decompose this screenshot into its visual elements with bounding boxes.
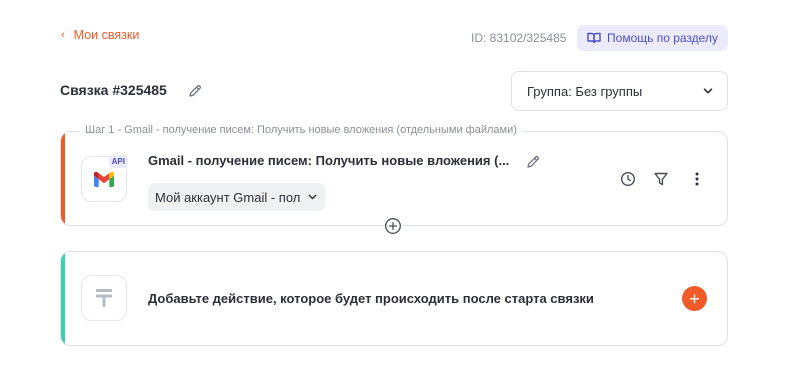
chevron-down-icon [309, 194, 317, 200]
account-select[interactable]: Мой аккаунт Gmail - пол [148, 183, 326, 211]
plus-icon: + [689, 288, 700, 309]
account-select-value: Мой аккаунт Gmail - пол [155, 189, 301, 205]
action-placeholder-icon [81, 275, 127, 321]
add-action-text: Добавьте действие, которое будет происхо… [148, 291, 594, 306]
clock-icon[interactable] [619, 170, 637, 188]
edit-step-pencil-icon[interactable] [525, 154, 541, 170]
group-select-value: Группа: Без группы [527, 83, 643, 99]
help-button-label: Помощь по разделу [607, 31, 718, 45]
page-title: Связка #325485 [60, 82, 167, 98]
more-vertical-icon[interactable] [688, 170, 706, 188]
step-card[interactable]: API Gmail - получение писем: Получить но… [60, 131, 728, 226]
add-action-card[interactable]: Добавьте действие, которое будет происхо… [60, 251, 728, 346]
add-action-button[interactable]: + [682, 286, 707, 311]
link-id: ID: 83102/325485 [471, 31, 567, 45]
step-name: Gmail - получение писем: Получить новые … [148, 153, 510, 168]
help-button[interactable]: Помощь по разделу [577, 25, 728, 51]
add-action-accent-bar [61, 252, 65, 345]
back-link-label: Мои связки [73, 28, 140, 42]
back-link[interactable]: ‹ Мои связки [61, 28, 139, 42]
placeholder-t-icon [96, 289, 112, 307]
gmail-app-icon: API [81, 155, 128, 202]
group-select[interactable]: Группа: Без группы [511, 71, 728, 111]
add-step-connector-icon[interactable] [384, 217, 402, 235]
book-icon [587, 32, 601, 44]
api-badge: API [108, 155, 128, 168]
gmail-icon [94, 171, 114, 187]
chevron-down-icon [703, 88, 713, 94]
filter-icon[interactable] [652, 170, 670, 188]
step-accent-bar [61, 132, 65, 225]
edit-title-pencil-icon[interactable] [187, 83, 203, 99]
chevron-left-icon: ‹ [61, 28, 65, 41]
step-legend: Шаг 1 - Gmail - получение писем: Получит… [80, 124, 522, 136]
